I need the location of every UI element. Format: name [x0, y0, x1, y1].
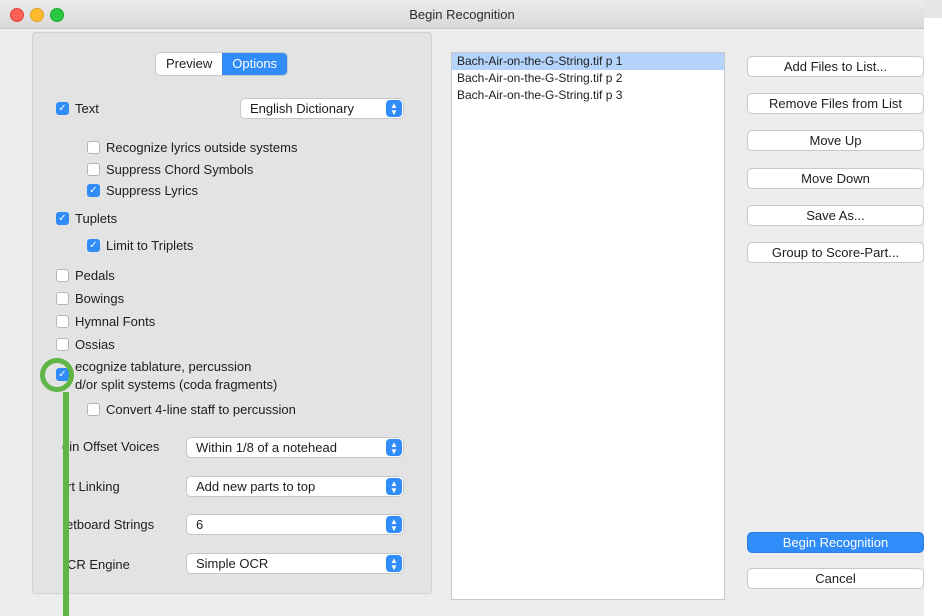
select-arrows-icon: ▲ ▼	[386, 100, 402, 117]
highlight-ring	[40, 358, 74, 392]
bowings-checkbox[interactable]: Bowings	[56, 291, 124, 306]
checkbox-box	[56, 292, 69, 305]
convert-4line-label: Convert 4-line staff to percussion	[106, 402, 296, 417]
join-offset-voices-select[interactable]: Within 1/8 of a notehead ▲ ▼	[186, 437, 404, 458]
checkbox-box	[56, 338, 69, 351]
move-up-button[interactable]: Move Up	[747, 130, 924, 151]
checkbox-box	[87, 163, 100, 176]
checkbox-box	[56, 315, 69, 328]
bowings-label: Bowings	[75, 291, 125, 306]
tab-options[interactable]: Options	[222, 53, 288, 75]
checkmark-icon: ✓	[56, 102, 69, 115]
tablature-label-line2: d/or split systems (coda fragments)	[75, 377, 278, 392]
checkmark-icon: ✓	[56, 212, 69, 225]
select-arrows-icon: ▲ ▼	[386, 439, 402, 456]
select-arrows-icon: ▲ ▼	[386, 478, 402, 495]
limit-triplets-checkbox[interactable]: ✓ Limit to Triplets	[87, 238, 193, 253]
checkmark-icon: ✓	[87, 184, 100, 197]
lyrics-outside-checkbox[interactable]: Recognize lyrics outside systems	[87, 140, 297, 155]
join-offset-voices-label: oin Offset Voices	[62, 439, 160, 454]
ocr-engine-select[interactable]: Simple OCR ▲ ▼	[186, 553, 404, 574]
hymnal-fonts-label: Hymnal Fonts	[75, 314, 156, 329]
dictionary-value: English Dictionary	[250, 101, 355, 116]
list-item[interactable]: Bach-Air-on-the-G-String.tif p 2	[452, 70, 724, 87]
title-bar: Begin Recognition	[0, 0, 924, 29]
pedals-label: Pedals	[75, 268, 115, 283]
hymnal-fonts-checkbox[interactable]: Hymnal Fonts	[56, 314, 155, 329]
fretboard-strings-label: etboard Strings	[66, 517, 155, 532]
join-offset-voices-value: Within 1/8 of a notehead	[196, 440, 337, 455]
cancel-button[interactable]: Cancel	[747, 568, 924, 589]
tab-preview[interactable]: Preview	[156, 53, 222, 75]
part-linking-select[interactable]: Add new parts to top ▲ ▼	[186, 476, 404, 497]
tablature-label: ecognize tablature, percussion d/or spli…	[75, 358, 277, 394]
window-title: Begin Recognition	[409, 7, 515, 22]
remove-files-button[interactable]: Remove Files from List	[747, 93, 924, 114]
ocr-engine-value: Simple OCR	[196, 556, 269, 571]
ossias-label: Ossias	[75, 337, 115, 352]
fretboard-strings-value: 6	[196, 517, 204, 532]
text-checkbox[interactable]: ✓ Text	[56, 101, 99, 116]
view-tab-control: Preview Options	[155, 52, 289, 76]
text-checkbox-label: Text	[75, 101, 99, 116]
suppress-lyrics-checkbox[interactable]: ✓ Suppress Lyrics	[87, 183, 198, 198]
select-arrows-icon: ▲ ▼	[386, 555, 402, 572]
list-item[interactable]: Bach-Air-on-the-G-String.tif p 1	[452, 53, 724, 70]
highlight-pointer-line	[63, 392, 69, 616]
pedals-checkbox[interactable]: Pedals	[56, 268, 115, 283]
checkmark-icon: ✓	[87, 239, 100, 252]
checkbox-box	[87, 403, 100, 416]
ocr-engine-label: CR Engine	[67, 557, 130, 572]
suppress-lyrics-label: Suppress Lyrics	[106, 183, 198, 198]
suppress-chord-label: Suppress Chord Symbols	[106, 162, 254, 177]
checkbox-box	[56, 269, 69, 282]
convert-4line-checkbox[interactable]: Convert 4-line staff to percussion	[87, 402, 296, 417]
part-linking-label: rt Linking	[67, 479, 120, 494]
lyrics-outside-label: Recognize lyrics outside systems	[106, 140, 298, 155]
tuplets-label: Tuplets	[75, 211, 118, 226]
tablature-label-line1: ecognize tablature, percussion	[75, 359, 252, 374]
fretboard-strings-select[interactable]: 6 ▲ ▼	[186, 514, 404, 535]
file-list[interactable]: Bach-Air-on-the-G-String.tif p 1 Bach-Ai…	[451, 52, 725, 600]
checkbox-box	[87, 141, 100, 154]
background-corner	[924, 0, 942, 18]
begin-recognition-button[interactable]: Begin Recognition	[747, 532, 924, 553]
add-files-button[interactable]: Add Files to List...	[747, 56, 924, 77]
select-arrows-icon: ▲ ▼	[386, 516, 402, 533]
suppress-chord-checkbox[interactable]: Suppress Chord Symbols	[87, 162, 253, 177]
dictionary-select[interactable]: English Dictionary ▲ ▼	[240, 98, 404, 119]
list-item[interactable]: Bach-Air-on-the-G-String.tif p 3	[452, 87, 724, 104]
ossias-checkbox[interactable]: Ossias	[56, 337, 115, 352]
move-down-button[interactable]: Move Down	[747, 168, 924, 189]
save-as-button[interactable]: Save As...	[747, 205, 924, 226]
limit-triplets-label: Limit to Triplets	[106, 238, 194, 253]
background-edge	[924, 0, 942, 616]
tuplets-checkbox[interactable]: ✓ Tuplets	[56, 211, 117, 226]
group-to-score-part-button[interactable]: Group to Score-Part...	[747, 242, 924, 263]
part-linking-value: Add new parts to top	[196, 479, 316, 494]
